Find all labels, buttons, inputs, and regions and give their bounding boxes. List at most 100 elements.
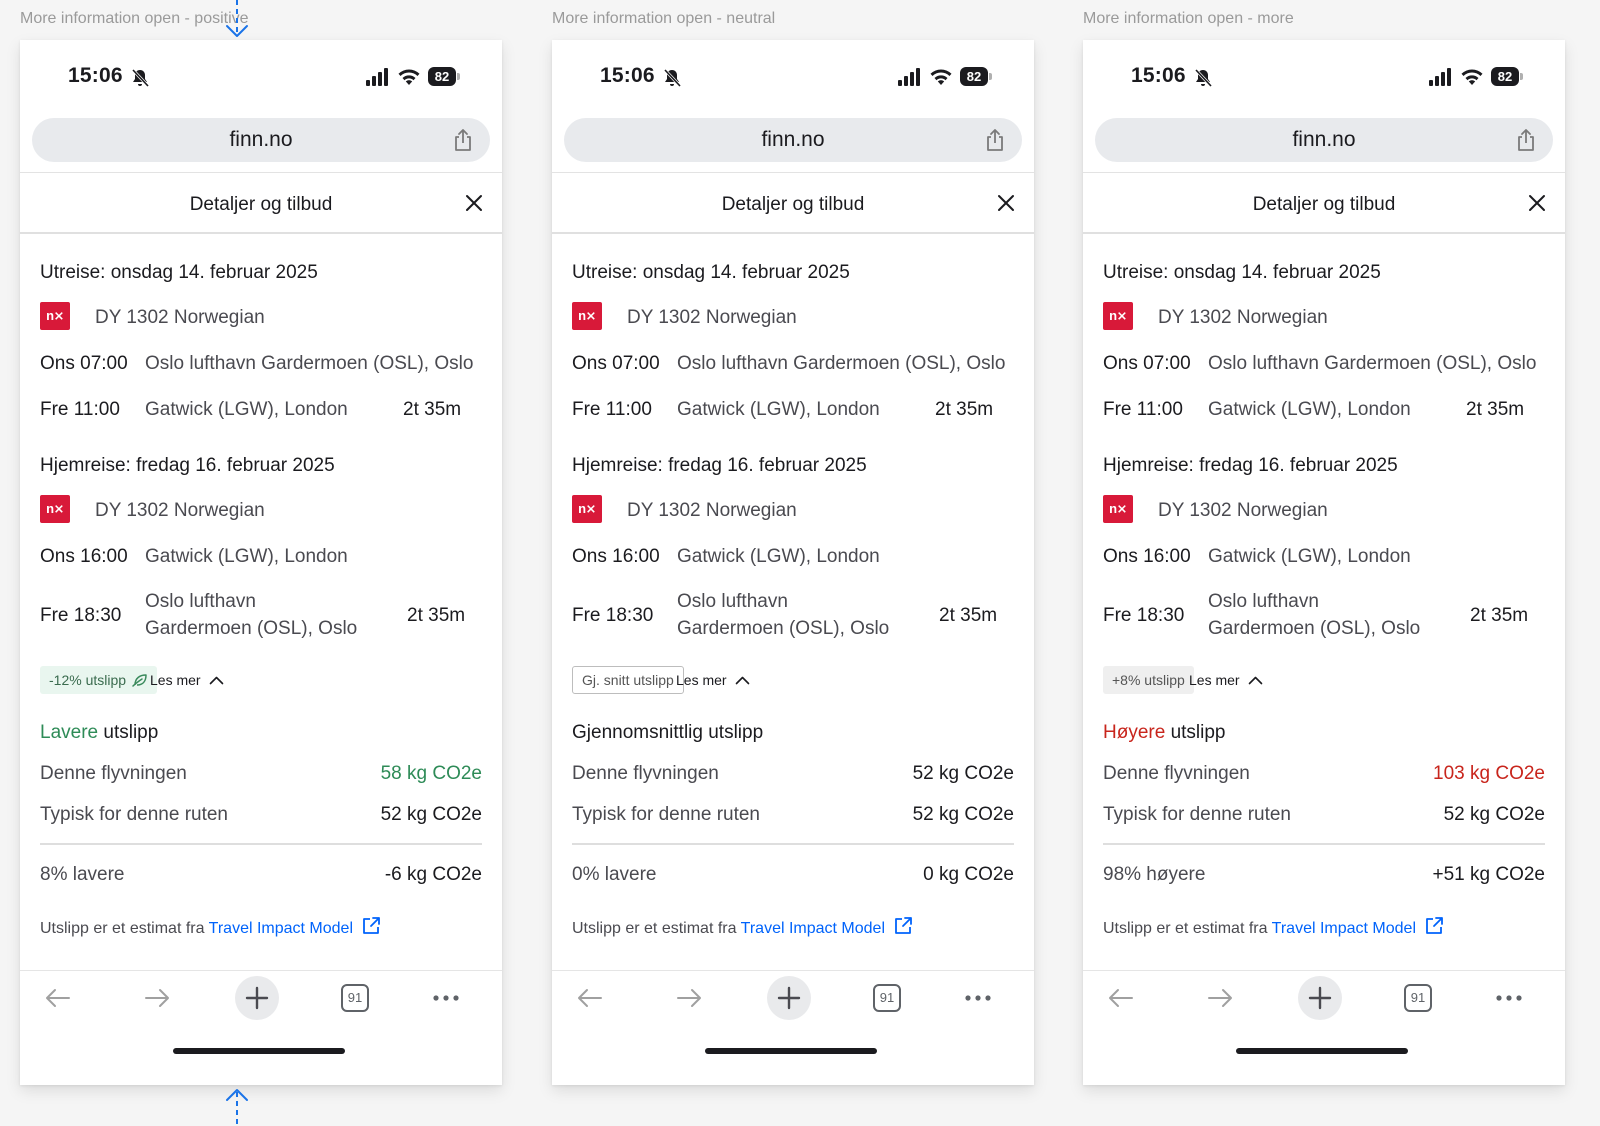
footnote-prefix: Utslipp er et estimat fra [572,920,741,937]
frame-label: More information open - more [1083,10,1294,27]
address-bar-url: finn.no [761,128,825,151]
emission-heading: Lavere utslipp [40,722,158,744]
return-duration: 2t 35m [939,605,998,626]
outbound-arrival-place: Gatwick (LGW), London [145,399,348,420]
wifi-icon [398,69,420,85]
difference-label: 98% høyere [1103,864,1206,885]
forward-icon[interactable] [667,976,711,1020]
emission-heading-rest: utslipp [98,722,159,743]
address-bar[interactable]: finn.no [1095,118,1553,162]
wifi-icon [1461,69,1483,85]
back-icon[interactable] [1099,976,1143,1020]
les-mer-label: Les mer [1189,672,1240,688]
outbound-duration: 2t 35m [403,399,462,420]
more-icon[interactable] [956,976,1000,1020]
external-link-icon[interactable] [361,916,381,936]
chevron-up-icon [1248,676,1262,685]
toolbar-divider [552,970,1034,971]
header-top-divider [20,172,502,173]
return-title: Hjemreise: fredag 16. februar 2025 [572,455,867,476]
return-duration: 2t 35m [407,605,466,626]
return-arrival-time: Fre 18:30 [1103,605,1185,626]
travel-impact-model-link[interactable]: Travel Impact Model [1272,920,1416,937]
more-icon[interactable] [1487,976,1531,1020]
outbound-title: Utreise: onsdag 14. februar 2025 [572,262,850,283]
close-icon[interactable] [464,193,484,213]
outbound-arrival-place: Gatwick (LGW), London [1208,399,1411,420]
emission-heading-accent: Lavere [40,722,99,743]
home-indicator [1236,1048,1408,1054]
bell-slash-icon [1194,68,1213,88]
chevron-up-icon [209,676,223,685]
toolbar-divider [1083,970,1565,971]
return-arrival-place: Oslo lufthavn Gardermoen (OSL), Oslo [1208,591,1421,639]
emission-divider [1103,843,1545,845]
external-link-icon[interactable] [1424,916,1444,936]
les-mer-toggle[interactable]: Les mer [676,672,750,688]
emission-badge-text: -12% utslipp [49,672,127,688]
address-bar[interactable]: finn.no [32,118,490,162]
difference-value: +51 kg CO2e [1432,864,1546,885]
battery-tip [457,73,460,80]
back-icon[interactable] [568,976,612,1020]
outbound-arrival-time: Fre 11:00 [1103,399,1183,420]
travel-impact-model-link[interactable]: Travel Impact Model [209,920,353,937]
emission-heading: Gjennomsnittlig utslipp [572,722,763,744]
share-icon[interactable] [452,128,474,152]
return-departure-time: Ons 16:00 [1103,546,1191,567]
typical-route-value: 52 kg CO2e [1443,804,1545,825]
travel-impact-model-link[interactable]: Travel Impact Model [741,920,885,937]
back-icon[interactable] [36,976,80,1020]
bell-slash-icon [131,68,150,88]
tabs-button[interactable]: 91 [865,976,909,1020]
chevron-up-icon [735,676,749,685]
new-tab-button[interactable] [767,976,811,1020]
emission-badge: +8% utslipp [1103,666,1194,694]
modal-title: Detaljer og tilbud [1252,194,1396,215]
forward-icon[interactable] [1198,976,1242,1020]
share-icon[interactable] [984,128,1006,152]
tabs-icon: 91 [1404,984,1432,1012]
tabs-icon: 91 [873,984,901,1012]
tabs-button[interactable]: 91 [1396,976,1440,1020]
phone-screen: 15:06 82 finn.no Detaljer og tilbud Utre… [1083,40,1565,1085]
return-title: Hjemreise: fredag 16. februar 2025 [40,455,335,476]
emission-badge-text: Gj. snitt utslipp [582,672,674,688]
les-mer-toggle[interactable]: Les mer [150,672,224,688]
status-bar: 15:06 82 [1083,62,1565,92]
les-mer-toggle[interactable]: Les mer [1189,672,1263,688]
emission-divider [40,843,482,845]
outbound-flight-number: DY 1302 Norwegian [1158,307,1328,328]
status-bar: 15:06 82 [20,62,502,92]
more-icon[interactable] [424,976,468,1020]
footnote-prefix: Utslipp er et estimat fra [1103,920,1272,937]
new-tab-button[interactable] [1298,976,1342,1020]
header-divider [552,232,1034,234]
signal-icon [898,68,920,86]
bell-slash-icon [663,68,682,88]
external-link-icon[interactable] [893,916,913,936]
address-bar-url: finn.no [1292,128,1356,151]
emission-heading-rest: Gjennomsnittlig utslipp [572,722,764,743]
return-title: Hjemreise: fredag 16. februar 2025 [1103,455,1398,476]
share-icon[interactable] [1515,128,1537,152]
close-icon[interactable] [1527,193,1547,213]
outbound-duration: 2t 35m [935,399,994,420]
close-icon[interactable] [996,193,1016,213]
norwegian-logo: n⨯ [572,495,602,523]
address-bar[interactable]: finn.no [564,118,1022,162]
home-indicator [173,1048,345,1054]
norwegian-logo: n⨯ [572,302,602,330]
arrow-down-icon [226,0,248,37]
plus-icon [245,986,269,1010]
emission-badge-text: +8% utslipp [1112,672,1185,688]
wifi-icon [930,69,952,85]
outbound-departure-time: Ons 07:00 [572,353,660,374]
tabs-button[interactable]: 91 [333,976,377,1020]
address-bar-url: finn.no [229,128,293,151]
typical-route-value: 52 kg CO2e [912,804,1014,825]
outbound-arrival-time: Fre 11:00 [572,399,652,420]
forward-icon[interactable] [135,976,179,1020]
phone-screen: 15:06 82 finn.no Detaljer og tilbud Utre… [20,40,502,1085]
new-tab-button[interactable] [235,976,279,1020]
